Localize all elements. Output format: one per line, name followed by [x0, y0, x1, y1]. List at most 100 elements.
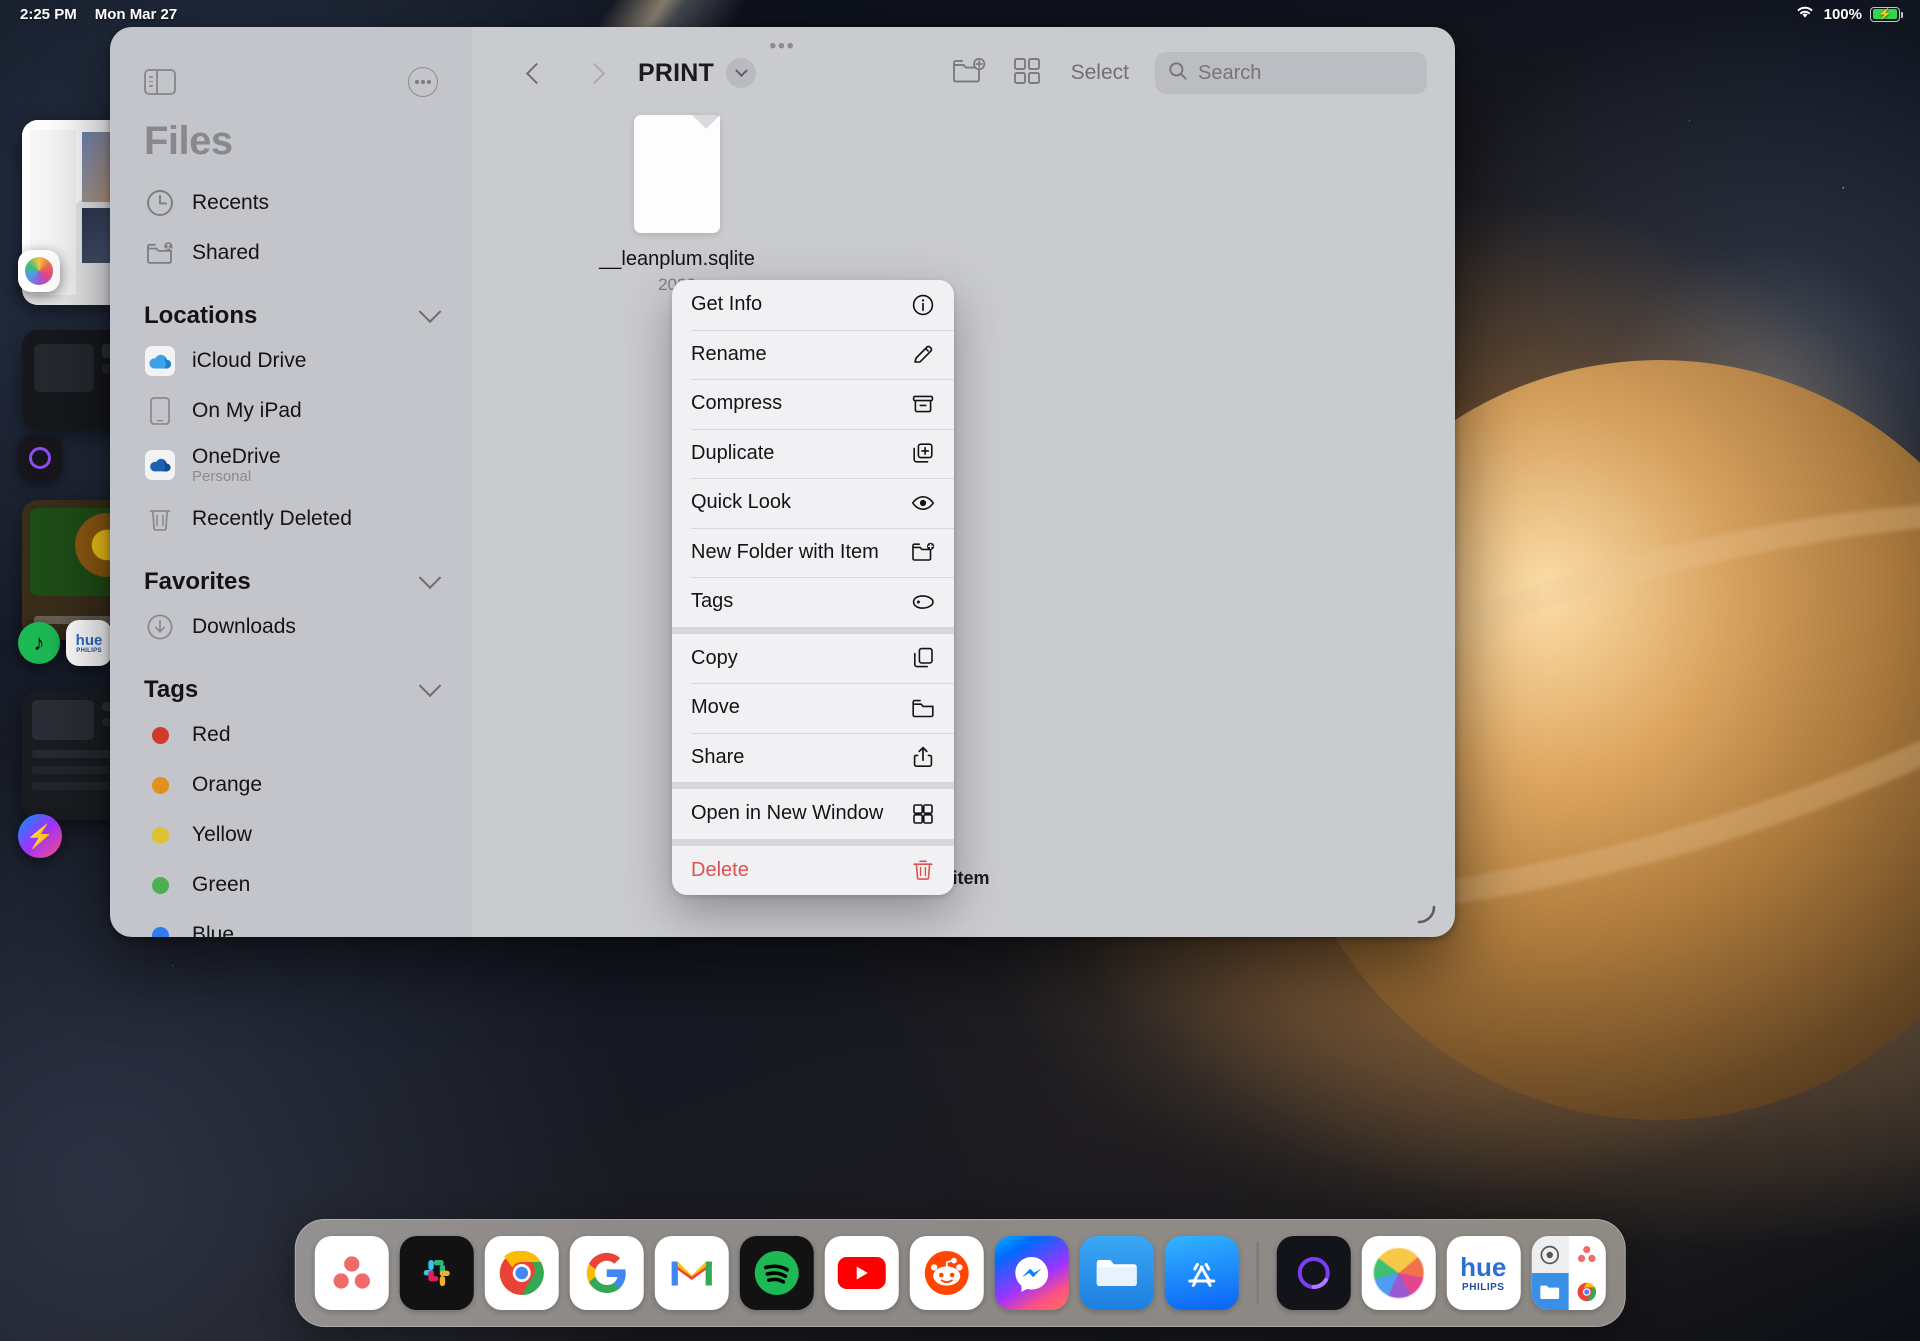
menu-item-rename[interactable]: Rename [672, 329, 954, 380]
menu-group-divider [672, 838, 954, 846]
chevron-down-icon[interactable] [418, 566, 442, 590]
dock-app-chrome[interactable] [484, 1236, 559, 1310]
chevron-left-icon [525, 62, 547, 84]
back-button[interactable] [514, 51, 558, 95]
grid-view-icon [1012, 56, 1042, 91]
sidebar-toggle-icon[interactable] [144, 69, 176, 95]
dock-recent-hue[interactable]: hue PHILIPS [1446, 1236, 1521, 1310]
section-title: Tags [144, 676, 199, 703]
sidebar-item-tag-orange[interactable]: Orange [110, 760, 472, 810]
sidebar-item-icloud-drive[interactable]: iCloud Drive [110, 336, 472, 386]
ellipsis-circle-icon[interactable] [408, 67, 438, 97]
tag-icon [910, 589, 936, 615]
dock-app-youtube[interactable] [824, 1236, 899, 1310]
sidebar-item-label: Red [192, 723, 231, 746]
menu-item-duplicate[interactable]: Duplicate [672, 428, 954, 479]
menu-item-get-info[interactable]: Get Info [672, 280, 954, 330]
forward-button[interactable] [572, 51, 616, 95]
sidebar-item-onedrive[interactable]: OneDrive Personal [110, 436, 472, 494]
menu-group-divider [672, 626, 954, 634]
background-icon-alexa [18, 436, 62, 480]
menu-item-copy[interactable]: Copy [672, 634, 954, 684]
grid-view-button[interactable] [1005, 51, 1049, 95]
menu-group-divider [672, 782, 954, 789]
menu-item-new-folder-with-item[interactable]: New Folder with Item [672, 527, 954, 578]
sidebar-item-tag-blue[interactable]: Blue [110, 910, 472, 937]
trash-icon [910, 857, 936, 883]
sidebar-section-locations[interactable]: Locations [110, 278, 472, 336]
app-switcher-icon[interactable] [1531, 1236, 1606, 1310]
eye-icon [910, 490, 936, 516]
menu-item-quick-look[interactable]: Quick Look [672, 478, 954, 528]
chevron-down-icon[interactable] [418, 300, 442, 324]
sidebar-item-label: Downloads [192, 615, 296, 638]
sidebar-item-shared[interactable]: Shared [110, 228, 472, 278]
info-circle-icon [910, 292, 936, 318]
dock-recent-alexa[interactable] [1276, 1236, 1351, 1310]
section-title: Favorites [144, 568, 251, 595]
section-title: Locations [144, 302, 258, 329]
sidebar-item-label: On My iPad [192, 399, 302, 422]
hue-sublabel: PHILIPS [1462, 1281, 1505, 1293]
toolbar: PRINT Select Search [472, 27, 1455, 119]
window-grabber[interactable]: ••• [770, 37, 796, 56]
icloud-drive-icon [144, 345, 176, 377]
chevron-down-icon[interactable] [418, 674, 442, 698]
dock-app-reddit[interactable] [909, 1236, 984, 1310]
sidebar-header [110, 27, 472, 97]
dock-app-appstore[interactable] [1164, 1236, 1239, 1310]
share-icon [910, 744, 936, 770]
background-icon-spotify: ♪ [18, 622, 60, 664]
menu-item-share[interactable]: Share [672, 732, 954, 783]
sidebar-item-on-my-ipad[interactable]: On My iPad [110, 386, 472, 436]
tag-dot-icon [144, 819, 176, 851]
background-icon-photos [18, 250, 60, 292]
menu-item-label: Open in New Window [691, 802, 884, 825]
select-button[interactable]: Select [1071, 61, 1129, 85]
sidebar-section-tags[interactable]: Tags [110, 652, 472, 710]
dock-app-files[interactable] [1079, 1236, 1154, 1310]
tag-dot-icon [144, 919, 176, 937]
dock-app-asana[interactable] [314, 1236, 389, 1310]
dock-app-google[interactable] [569, 1236, 644, 1310]
battery-percent: 100% [1823, 5, 1862, 23]
sidebar-item-label: OneDrive [192, 445, 281, 468]
dock-app-spotify[interactable] [739, 1236, 814, 1310]
menu-item-label: New Folder with Item [691, 540, 879, 563]
search-input[interactable]: Search [1155, 52, 1427, 94]
status-date: Mon Mar 27 [94, 5, 178, 23]
folder-plus-icon [910, 539, 936, 565]
menu-item-label: Move [691, 696, 740, 719]
menu-item-delete[interactable]: Delete [672, 846, 954, 896]
sidebar-item-label: Recently Deleted [192, 507, 352, 530]
menu-item-move[interactable]: Move [672, 683, 954, 733]
folder-icon [910, 695, 936, 721]
menu-item-open-in-new-window[interactable]: Open in New Window [672, 789, 954, 839]
resize-handle-icon[interactable] [1415, 903, 1437, 925]
menu-item-label: Rename [691, 342, 767, 365]
sidebar-item-downloads[interactable]: Downloads [110, 602, 472, 652]
menu-item-label: Share [691, 745, 745, 768]
dock-app-gmail[interactable] [654, 1236, 729, 1310]
sidebar-item-tag-red[interactable]: Red [110, 710, 472, 760]
sidebar-section-favorites[interactable]: Favorites [110, 544, 472, 602]
dock-app-slack[interactable] [399, 1236, 474, 1310]
file-name: __leanplum.sqlite [599, 248, 755, 270]
sidebar-item-tag-green[interactable]: Green [110, 860, 472, 910]
dock-recent-photos[interactable] [1361, 1236, 1436, 1310]
download-circle-icon [144, 611, 176, 643]
sidebar-item-recents[interactable]: Recents [110, 178, 472, 228]
tag-dot-icon [144, 769, 176, 801]
sidebar-item-tag-yellow[interactable]: Yellow [110, 810, 472, 860]
sidebar-item-recently-deleted[interactable]: Recently Deleted [110, 494, 472, 544]
menu-item-tags[interactable]: Tags [672, 577, 954, 627]
chevron-down-circle-icon[interactable] [726, 58, 756, 88]
page-title: PRINT [638, 58, 714, 87]
new-window-icon [910, 801, 936, 827]
dock-app-messenger[interactable] [994, 1236, 1069, 1310]
menu-item-compress[interactable]: Compress [672, 379, 954, 429]
ipad-icon [144, 395, 176, 427]
file-item[interactable]: __leanplum.sqlite 2023 [562, 115, 792, 295]
background-icon-messenger: ⚡ [18, 814, 62, 858]
new-folder-button[interactable] [947, 51, 991, 95]
